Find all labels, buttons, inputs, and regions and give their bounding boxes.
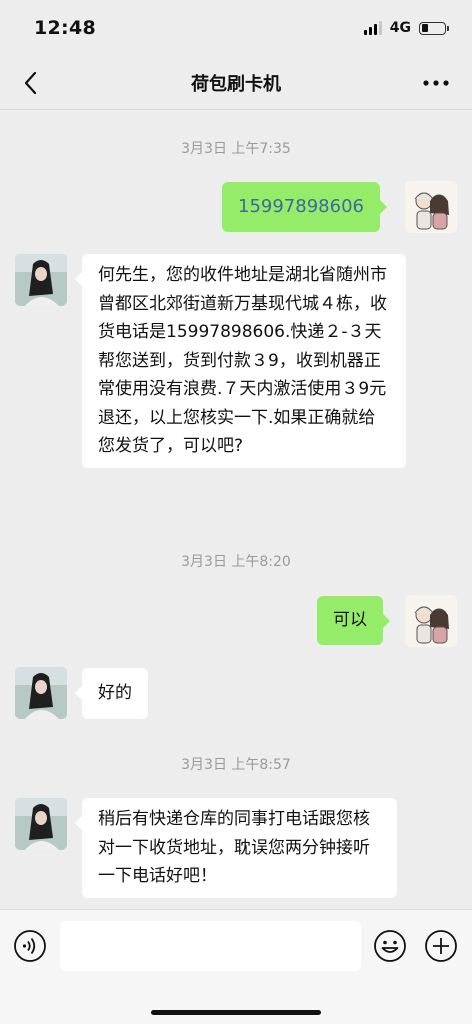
input-bar <box>0 909 472 1024</box>
signal-icon <box>363 21 382 35</box>
avatar-contact[interactable] <box>15 667 67 719</box>
status-time: 12:48 <box>34 17 96 39</box>
message-input[interactable] <box>60 921 361 971</box>
emoji-button[interactable] <box>373 929 407 963</box>
avatar-self[interactable] <box>405 595 457 647</box>
message-bubble-incoming[interactable]: 好的 <box>75 668 148 719</box>
plus-button[interactable] <box>424 929 458 963</box>
timestamp: 3月3日 上午8:57 <box>181 757 291 773</box>
chevron-left-icon <box>24 71 37 95</box>
avatar-contact[interactable] <box>15 254 67 306</box>
avatar-self[interactable] <box>405 181 457 233</box>
home-indicator <box>151 1010 321 1015</box>
more-dots-icon <box>423 80 449 86</box>
more-button[interactable] <box>418 66 454 100</box>
emoji-icon <box>374 930 406 962</box>
voice-button[interactable] <box>13 929 47 963</box>
battery-icon <box>419 21 449 35</box>
chat-title: 荷包刷卡机 <box>191 73 281 95</box>
plus-icon <box>425 930 457 962</box>
message-bubble-incoming[interactable]: 何先生，您的收件地址是湖北省随州市曾都区北郊街道新万基现代城４栋，收货电话是15… <box>75 254 406 468</box>
message-bubble-outgoing[interactable]: 可以 <box>317 596 390 645</box>
status-bar: 12:48 4G <box>0 0 472 56</box>
message-bubble-incoming[interactable]: 稍后有快递仓库的同事打电话跟您核对一下收货地址，耽误您两分钟接听一下电话好吧！ <box>75 798 397 898</box>
back-button[interactable] <box>14 66 48 100</box>
timestamp: 3月3日 上午7:35 <box>181 141 291 157</box>
message-bubble-outgoing[interactable]: 15997898606 <box>222 182 387 232</box>
network-type: 4G <box>389 20 411 36</box>
chat-area[interactable]: 3月3日 上午7:35 15997898606 何先生，您的收件地址是湖北省随州… <box>0 111 472 909</box>
status-indicators: 4G <box>363 20 449 36</box>
voice-icon <box>14 930 46 962</box>
avatar-contact[interactable] <box>15 798 67 850</box>
timestamp: 3月3日 上午8:20 <box>181 554 291 570</box>
chat-header: 荷包刷卡机 <box>0 56 472 110</box>
